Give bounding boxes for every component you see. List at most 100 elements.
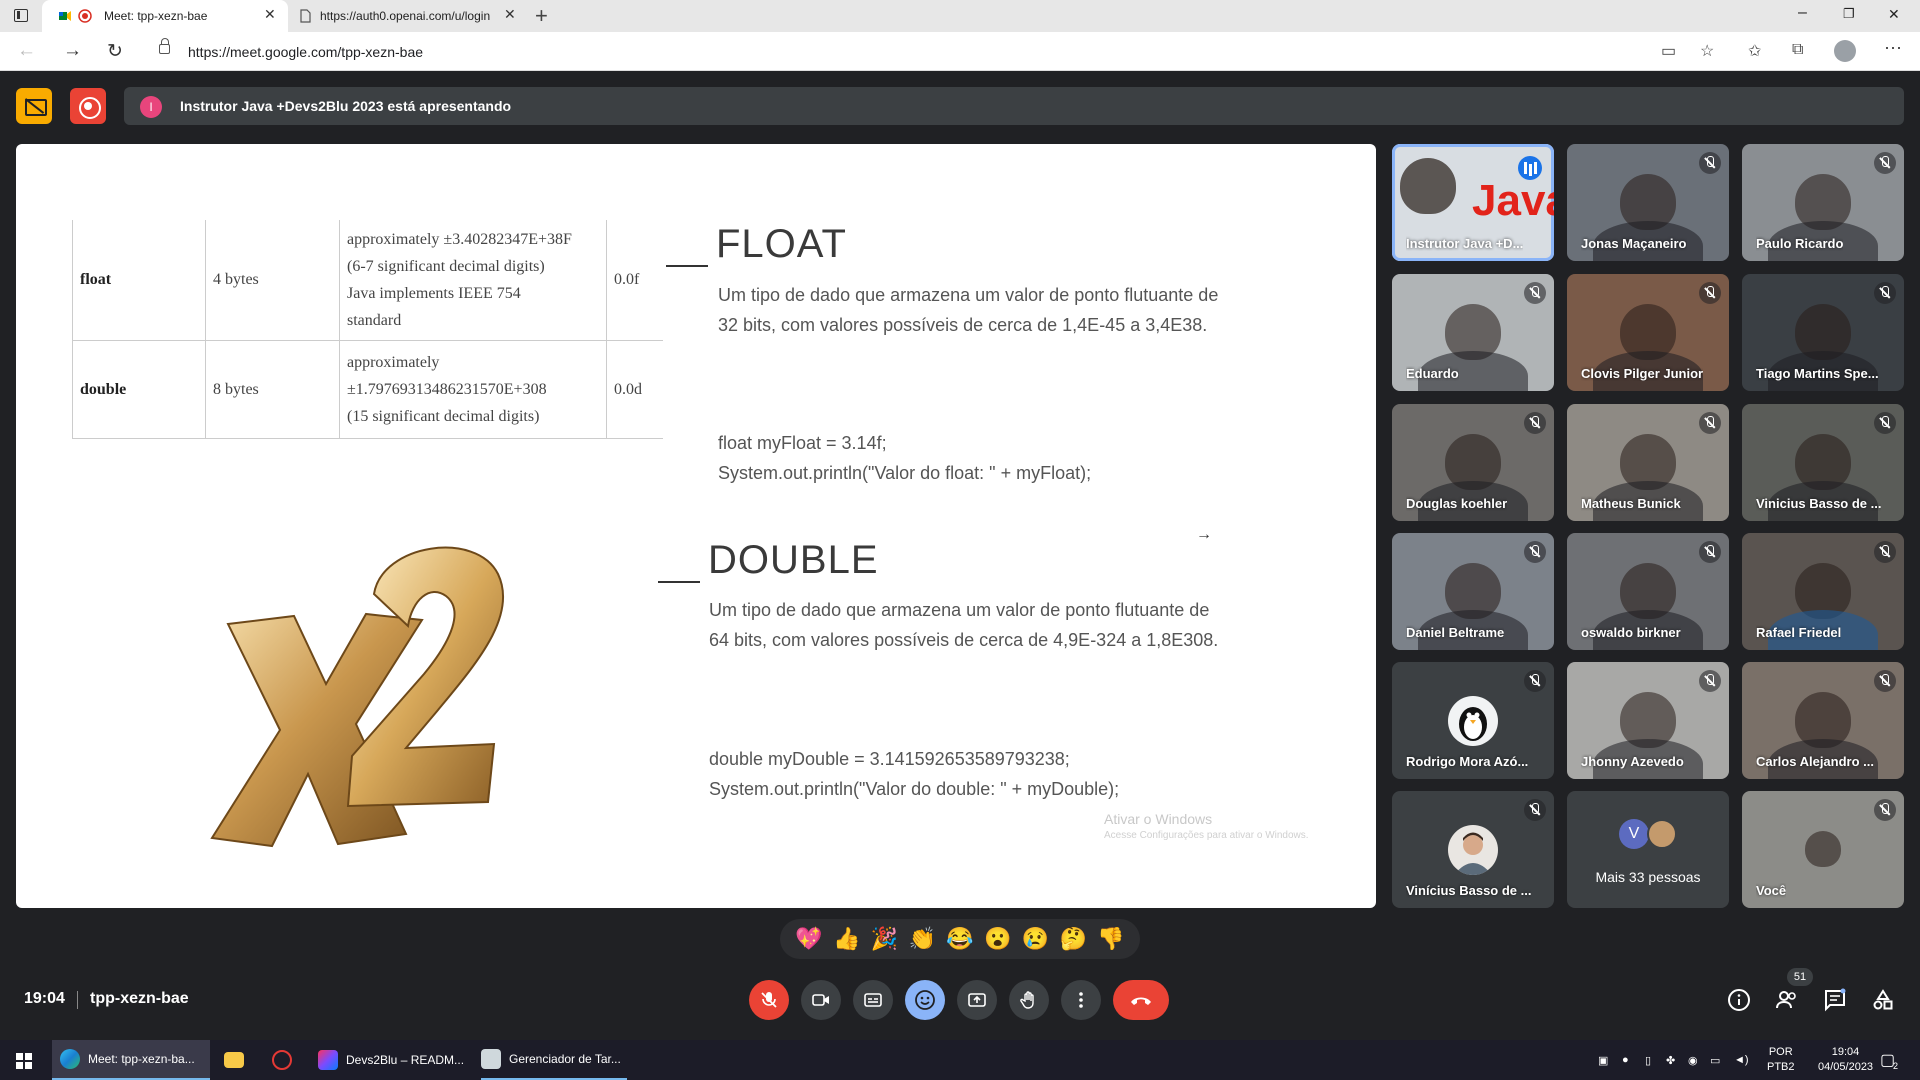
self-tile[interactable]: Você [1742,791,1904,908]
float-code-line2: System.out.println("Valor do float: " + … [718,463,1092,483]
camera-permission-icon[interactable]: ▭ [1661,41,1676,61]
reaction-thumbs-down[interactable]: 👎 [1097,926,1124,952]
people-icon[interactable] [1775,988,1799,1012]
chat-icon[interactable] [1823,988,1847,1012]
no-camera-icon[interactable] [16,88,52,124]
back-icon[interactable]: ← [17,40,36,62]
participant-name: Vinicius Basso de ... [1756,496,1882,511]
tray-monitor-icon[interactable]: ▣ [1598,1054,1608,1067]
participant-name: Clovis Pilger Junior [1581,366,1704,381]
table-cell-range: approximately ±1.79769313486231570E+308 … [339,340,607,439]
muted-mic-icon [1699,282,1721,304]
emoji-icon [915,990,935,1010]
reaction-thumbs-up[interactable]: 👍 [833,926,860,952]
participant-tile[interactable]: Eduardo [1392,274,1554,391]
taskbar-item-intellij[interactable]: Devs2Blu – READM... [318,1040,468,1080]
captions-button[interactable] [853,980,893,1020]
favorite-star-icon[interactable]: ☆ [1700,41,1714,61]
tab-auth-title: https://auth0.openai.com/u/login [320,9,491,23]
minimize-icon[interactable]: – [1798,4,1807,22]
taskbar-item-explorer[interactable] [224,1040,248,1080]
participant-tile[interactable]: Tiago Martins Spe... [1742,274,1904,391]
reaction-laugh[interactable]: 😂 [946,926,973,952]
tray-volume-icon[interactable]: ◄) [1734,1054,1749,1066]
participant-name: Você [1756,883,1787,898]
tray-camera-icon[interactable]: ◉ [1688,1054,1698,1067]
activities-icon[interactable] [1871,988,1895,1012]
reload-icon[interactable]: ↻ [107,40,123,63]
taskbar-item-edge[interactable]: Meet: tpp-xezn-ba... [52,1040,210,1080]
presenting-text: Instrutor Java +Devs2Blu 2023 está apres… [180,98,512,114]
reaction-party[interactable]: 🎉 [871,926,898,952]
forward-icon[interactable]: → [63,40,82,62]
favorites-icon[interactable]: ✩ [1748,41,1761,61]
meeting-details-icon[interactable] [1727,988,1751,1012]
tab-actions-icon[interactable] [14,9,28,22]
tray-app-icon[interactable]: ✤ [1666,1054,1675,1067]
participant-tile[interactable]: Douglas koehler [1392,404,1554,521]
reaction-surprised[interactable]: 😮 [984,926,1011,952]
mic-toggle-button[interactable] [749,980,789,1020]
tray-mic-icon[interactable]: ● [1622,1054,1629,1066]
url-field[interactable]: https://meet.google.com/tpp-xezn-bae [145,37,1685,67]
tab-meet[interactable]: Meet: tpp-xezn-bae ✕ [42,0,288,32]
participant-tile[interactable]: Vinicius Basso de ... [1742,404,1904,521]
tray-network-icon[interactable]: ▭ [1710,1054,1720,1067]
tray-clock[interactable]: 19:04 04/05/2023 [1818,1045,1873,1075]
restore-icon[interactable]: ❐ [1843,6,1855,22]
participant-tile[interactable]: Daniel Beltrame [1392,533,1554,650]
reaction-heart[interactable]: 💖 [795,926,822,952]
participant-tile[interactable]: oswaldo birkner [1567,533,1729,650]
float-code-line1: float myFloat = 3.14f; [718,433,887,453]
lock-icon[interactable] [159,38,170,54]
more-options-button[interactable] [1061,980,1101,1020]
emoji-reactions-button[interactable] [905,980,945,1020]
slide-arrow-icon: → [1196,526,1212,543]
muted-mic-icon [1699,670,1721,692]
more-avatar-photo [1647,819,1677,849]
tab-close-icon[interactable]: ✕ [504,6,516,23]
present-screen-button[interactable] [957,980,997,1020]
leave-call-button[interactable] [1113,980,1169,1020]
participant-tile[interactable]: Carlos Alejandro ... [1742,662,1904,779]
tab-auth[interactable]: https://auth0.openai.com/u/login ✕ [292,0,528,32]
people-count-badge: 51 [1787,968,1813,986]
more-menu-icon[interactable]: ⋯ [1884,38,1902,59]
meeting-code: tpp-xezn-bae [90,990,189,1007]
camera-toggle-button[interactable] [801,980,841,1020]
participant-tile[interactable]: Clovis Pilger Junior [1567,274,1729,391]
table-cell-type: float [72,220,206,341]
participant-tile[interactable]: Jhonny Azevedo [1567,662,1729,779]
taskbar-item-app[interactable] [272,1040,296,1080]
taskbar-item-label: Gerenciador de Tar... [509,1052,621,1066]
mic-off-icon [761,992,777,1008]
tab-close-icon[interactable]: ✕ [264,6,276,23]
tray-usb-icon[interactable]: ▯ [1645,1054,1651,1067]
reaction-thinking[interactable]: 🤔 [1060,926,1087,952]
muted-mic-icon [1874,152,1896,174]
participant-tile[interactable]: Jonas Maçaneiro [1567,144,1729,261]
reaction-sad[interactable]: 😢 [1022,926,1049,952]
windows-start-icon[interactable] [16,1053,32,1069]
profile-avatar[interactable] [1834,40,1856,62]
participant-tile[interactable]: Paulo Ricardo [1742,144,1904,261]
participant-name: Daniel Beltrame [1406,625,1505,640]
reaction-clap[interactable]: 👏 [908,926,935,952]
taskbar-item-taskmanager[interactable]: Gerenciador de Tar... [481,1040,627,1080]
recording-icon[interactable] [70,88,106,124]
participant-name: Paulo Ricardo [1756,236,1844,251]
participant-tile[interactable]: Rafael Friedel [1742,533,1904,650]
presenting-banner: I Instrutor Java +Devs2Blu 2023 está apr… [124,87,1904,125]
raise-hand-button[interactable] [1009,980,1049,1020]
close-window-icon[interactable]: ✕ [1888,6,1900,23]
participant-tile[interactable]: Matheus Bunick [1567,404,1729,521]
muted-mic-icon [1524,541,1546,563]
participant-tile[interactable]: Vinícius Basso de ... [1392,791,1554,908]
more-people-tile[interactable]: V Mais 33 pessoas [1567,791,1729,908]
participant-tile[interactable]: Java Instrutor Java +D... [1392,144,1554,261]
table-cell-default: 0.0d [606,340,663,439]
collections-icon[interactable]: ⧉ [1792,41,1803,59]
participant-tile[interactable]: Rodrigo Mora Azó... [1392,662,1554,779]
new-tab-icon[interactable]: + [535,3,548,29]
tray-language[interactable]: POR PTB2 [1767,1045,1795,1075]
